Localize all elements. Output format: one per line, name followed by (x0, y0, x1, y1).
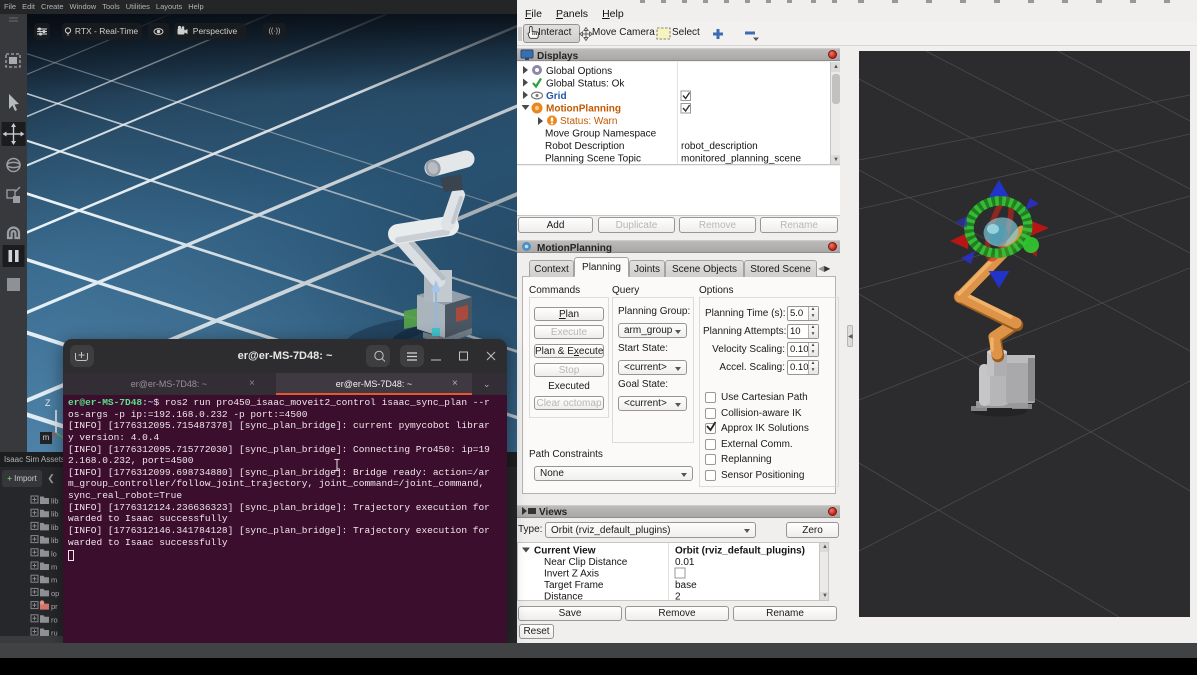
svg-text:Move Group Namespace: Move Group Namespace (545, 129, 657, 140)
svg-text:lib: lib (51, 523, 59, 532)
svg-text:Current View: Current View (534, 546, 596, 557)
svg-text:Z: Z (45, 398, 51, 408)
svg-text:op: op (51, 589, 59, 598)
svg-text:Global Options: Global Options (546, 66, 612, 77)
svg-text:ro: ro (51, 615, 58, 624)
svg-text:lib: lib (51, 536, 59, 545)
svg-text:lo: lo (51, 549, 57, 558)
svg-text:pr: pr (51, 602, 58, 611)
svg-text:Orbit (rviz_default_plugins): Orbit (rviz_default_plugins) (675, 546, 805, 557)
svg-text:Robot Description: Robot Description (545, 141, 624, 152)
svg-text:lib: lib (51, 497, 59, 506)
svg-text:MotionPlanning: MotionPlanning (546, 104, 621, 115)
svg-text:Invert Z Axis: Invert Z Axis (544, 569, 599, 580)
svg-text:Distance: Distance (544, 592, 583, 602)
svg-text:Near Clip Distance: Near Clip Distance (544, 557, 628, 568)
svg-text:base: base (675, 580, 697, 591)
svg-text:Global Status: Ok: Global Status: Ok (546, 79, 625, 90)
svg-text:Target Frame: Target Frame (544, 580, 604, 591)
svg-text:monitored_planning_scene: monitored_planning_scene (681, 154, 802, 165)
svg-text:robot_description: robot_description (681, 141, 758, 152)
svg-text:0.01: 0.01 (675, 557, 695, 568)
svg-text:m: m (51, 563, 57, 572)
svg-text:Grid: Grid (546, 91, 567, 102)
svg-text:m: m (51, 576, 57, 585)
svg-text:Planning Scene Topic: Planning Scene Topic (545, 154, 641, 165)
svg-text:2: 2 (675, 592, 681, 602)
svg-text:Status: Warn: Status: Warn (560, 116, 617, 127)
svg-text:lib: lib (51, 510, 59, 519)
